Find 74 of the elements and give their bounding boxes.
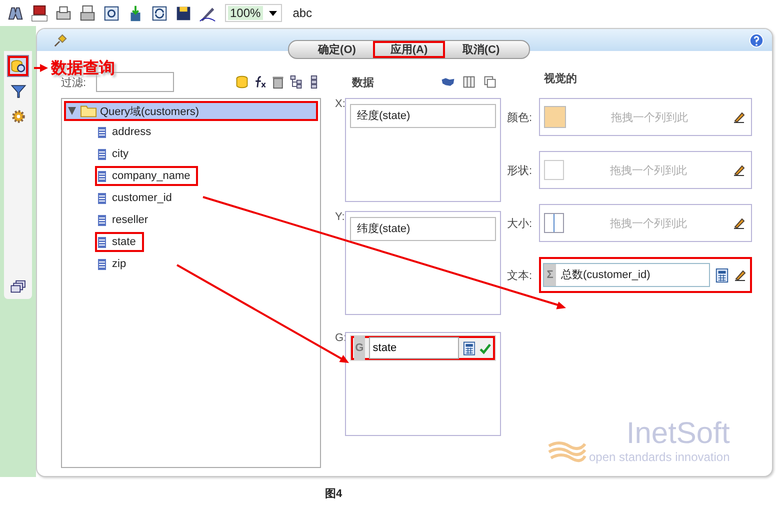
column-icon	[98, 126, 106, 138]
dialog-button[interactable]: 确定(O)	[301, 41, 373, 58]
refresh-icon[interactable]	[150, 4, 169, 22]
gear-icon	[10, 108, 26, 124]
pushpin-icon[interactable]	[53, 32, 68, 48]
caret-icon	[268, 10, 277, 16]
trash-icon[interactable]	[271, 75, 285, 89]
data-title: 数据	[352, 76, 374, 90]
color-swatch	[544, 106, 566, 128]
toolbar-text: abc	[292, 6, 312, 20]
visual-label: 形状:	[507, 164, 534, 178]
column-icon	[98, 170, 106, 182]
shelf-label: Y:	[335, 211, 345, 225]
calculator-icon[interactable]	[715, 268, 729, 282]
drop-hint: 拖拽一个列到此	[610, 110, 689, 124]
expand-icon[interactable]	[67, 106, 77, 116]
visual-label: 大小:	[507, 216, 534, 230]
shape-swatch	[544, 160, 564, 180]
field-input[interactable]: state	[368, 337, 459, 359]
columns-icon[interactable]	[462, 75, 476, 89]
tree-item[interactable]: address	[95, 122, 160, 142]
pencil-icon[interactable]	[733, 164, 745, 176]
group-badge: G	[354, 336, 365, 360]
tree-item[interactable]: zip	[95, 254, 134, 274]
database-search-icon	[10, 58, 26, 74]
printer-icon[interactable]	[78, 4, 97, 22]
printer-icon[interactable]	[54, 4, 73, 22]
column-icon	[98, 192, 106, 204]
column-icon	[98, 214, 106, 226]
drop-hint: 拖拽一个列到此	[609, 216, 688, 230]
tree-item[interactable]: customer_id	[95, 188, 180, 208]
column-icon	[98, 148, 106, 160]
size-swatch	[544, 213, 564, 233]
pencil-icon[interactable]	[733, 217, 745, 229]
filter-icon	[10, 82, 26, 100]
sum-badge: Σ	[544, 264, 556, 286]
swap-icon[interactable]	[483, 75, 497, 89]
shelf-field[interactable]: 经度(state)	[350, 104, 496, 128]
shelf-label: X:	[335, 98, 345, 112]
logo-name: InetSoft	[626, 418, 730, 450]
column-icon	[98, 258, 106, 270]
drop-hint: 拖拽一个列到此	[609, 164, 688, 178]
formula-icon[interactable]	[253, 75, 267, 89]
hierarchy-icon[interactable]	[289, 75, 303, 89]
calculator-icon[interactable]	[462, 340, 476, 356]
visual-label: 颜色:	[507, 110, 534, 124]
preview-icon[interactable]	[102, 4, 121, 22]
measure-field[interactable]: Σ 总数(customer_id)	[543, 263, 710, 287]
tree-root[interactable]: Query域(customers)	[64, 101, 318, 121]
logo-tagline: open standards innovation	[589, 450, 730, 464]
visual-label: 文本:	[507, 268, 534, 282]
tree-item[interactable]: reseller	[95, 210, 156, 230]
tree-root-label: Query域(customers)	[100, 104, 200, 118]
pencil-icon[interactable]	[733, 111, 745, 123]
callout-label: 数据查询	[51, 58, 115, 77]
zoom-dropdown[interactable]: 100%	[225, 4, 282, 22]
folder-icon	[80, 104, 97, 118]
tree-item[interactable]: company_name	[95, 166, 198, 186]
figure-caption: 图4	[325, 486, 342, 500]
filter-label: 过滤:	[61, 76, 86, 90]
column-icon	[98, 236, 106, 248]
pencil-icon[interactable]	[734, 269, 746, 281]
shelf-field[interactable]: 纬度(state)	[350, 217, 496, 241]
dialog-button[interactable]: 取消(C)	[445, 41, 517, 58]
windows-icon[interactable]	[10, 280, 26, 293]
query-tab[interactable]	[7, 55, 29, 77]
tree-item[interactable]: state	[95, 232, 144, 252]
tree-item[interactable]: city	[95, 144, 136, 164]
pdf-icon[interactable]	[30, 4, 49, 22]
visual-title: 视觉的	[544, 72, 578, 87]
help-icon[interactable]	[749, 32, 764, 48]
callout-arrow	[34, 64, 48, 72]
shelf-label: G:	[335, 332, 345, 346]
dialog-button[interactable]: 应用(A)	[373, 41, 445, 58]
